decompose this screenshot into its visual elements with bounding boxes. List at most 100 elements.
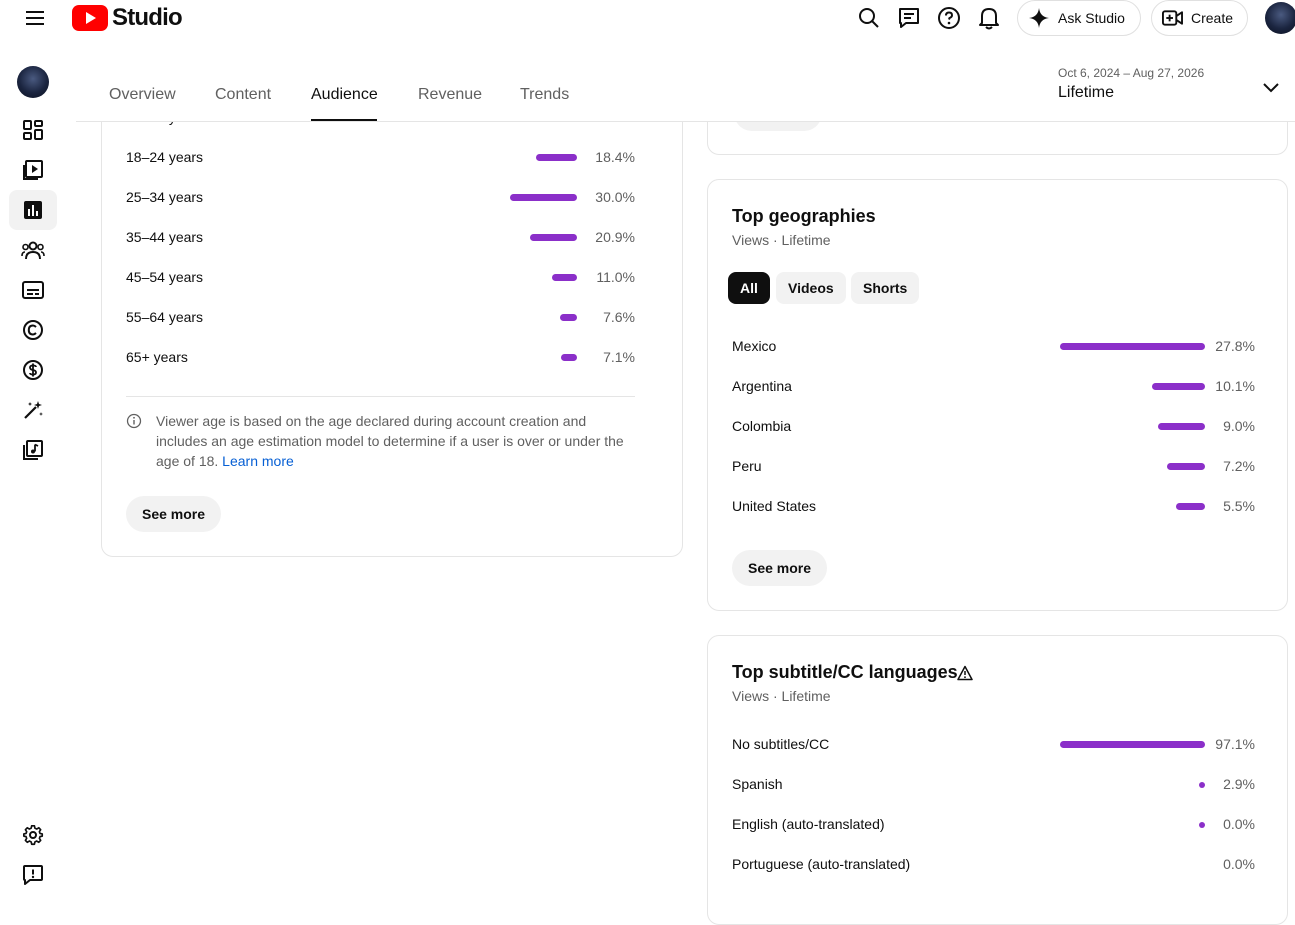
age-note: Viewer age is based on the age declared … [156,411,636,471]
age-row: 65+ years 7.1% [126,349,635,369]
subtitle-languages-card: Top subtitle/CC languages Views · Lifeti… [707,635,1288,925]
feedback-icon [23,865,43,885]
viewer-age-card: 13–17 years1.0%18–24 years18.4%25–34 yea… [101,60,683,557]
subtitle-row: English (auto-translated) 0.0% [732,816,1255,836]
tab-trends[interactable]: Trends [520,86,569,104]
age-row-bar [536,154,577,161]
account-avatar[interactable] [1265,2,1295,34]
geo-row-bar [1158,423,1205,430]
divider [126,396,635,397]
age-row-percent: 7.1% [603,349,635,365]
channel-avatar[interactable] [17,66,49,98]
date-range-picker[interactable]: Oct 6, 2024 – Aug 27, 2026 Lifetime [1058,66,1204,102]
age-row-percent: 30.0% [595,189,635,205]
analytics-icon [24,201,42,219]
age-row-label: 55–64 years [126,309,204,325]
geo-row-label: Colombia [732,418,792,434]
sidebar-item-copyright[interactable] [9,310,57,350]
ask-studio-label: Ask Studio [1058,10,1125,26]
age-row-bar [530,234,577,241]
search-icon[interactable] [854,4,884,32]
analytics-tabs-header: Overview Content Audience Revenue Trends… [76,36,1295,122]
age-row-bar [561,354,577,361]
sidebar-item-subtitles[interactable] [9,270,57,310]
geo-row-label: Argentina [732,378,792,394]
youtube-play-icon [72,5,108,31]
age-row: 18–24 years 18.4% [126,149,635,169]
studio-logo[interactable]: Studio [72,4,183,32]
geo-see-more-button[interactable]: See more [732,550,828,586]
age-row-label: 35–44 years [126,229,204,245]
subtitle-row-dot [1199,782,1205,788]
learn-more-link[interactable]: Learn more [222,453,294,469]
menu-icon[interactable] [20,6,50,30]
create-button[interactable]: Create [1151,0,1248,36]
chip-shorts[interactable]: Shorts [851,272,920,304]
subtitle-row-label: Portuguese (auto-translated) [732,856,911,872]
tab-revenue[interactable]: Revenue [418,86,482,104]
age-row: 35–44 years 20.9% [126,229,635,249]
sidebar-item-dashboard[interactable] [9,110,57,150]
geo-row-label: United States [732,498,817,514]
tab-overview[interactable]: Overview [109,86,176,104]
age-row: 55–64 years 7.6% [126,309,635,329]
sidebar-item-settings[interactable] [9,815,57,855]
feedback-comments-icon[interactable] [894,4,924,32]
age-row-bar [552,274,577,281]
geo-row-percent: 10.1% [1215,378,1255,394]
geo-row: Colombia 9.0% [732,418,1255,438]
geo-row-bar [1060,343,1205,350]
sidebar-item-analytics[interactable] [9,190,57,230]
subtitle-row-percent: 2.9% [1223,776,1255,792]
subtitle-row-bar [1060,741,1205,748]
create-label: Create [1190,10,1233,26]
sidebar-item-content[interactable] [9,150,57,190]
chevron-down-icon[interactable] [1258,76,1284,100]
warning-icon[interactable] [957,665,973,681]
sidebar-item-send-feedback[interactable] [9,855,57,895]
sidebar-item-community[interactable] [9,230,57,270]
geo-row-percent: 27.8% [1215,338,1255,354]
age-row-percent: 18.4% [595,149,635,165]
help-icon[interactable] [934,4,964,32]
geo-card-subtitle: Views · Lifetime [732,232,831,248]
geo-row-percent: 7.2% [1223,458,1255,474]
age-row-bar [560,314,577,321]
info-icon [126,413,142,429]
notifications-bell-icon[interactable] [974,4,1004,32]
copyright-icon [23,320,43,340]
age-see-more-button[interactable]: See more [126,496,222,532]
gear-icon [23,825,44,846]
geo-row-bar [1176,503,1205,510]
tab-audience[interactable]: Audience [311,86,378,104]
geo-row-label: Peru [732,458,762,474]
audio-library-icon [23,440,43,460]
geo-row-bar [1167,463,1205,470]
sidebar-item-audio-library[interactable] [9,430,57,470]
age-row-label: 45–54 years [126,269,204,285]
chip-videos[interactable]: Videos [776,272,846,304]
chip-all[interactable]: All [728,272,770,304]
subtitle-row-label: No subtitles/CC [732,736,830,752]
geo-row-label: Mexico [732,338,777,354]
age-row-bar [510,194,577,201]
ask-studio-button[interactable]: Ask Studio [1017,0,1141,36]
geo-row: Peru 7.2% [732,458,1255,478]
subtitles-icon [22,281,44,299]
age-row-percent: 7.6% [603,309,635,325]
sidebar-item-customization[interactable] [9,390,57,430]
sidebar-item-earn[interactable] [9,350,57,390]
sparkle-icon [1029,8,1049,28]
age-row-label: 25–34 years [126,189,204,205]
subtitle-row-dot [1199,822,1205,828]
tab-content[interactable]: Content [215,86,271,104]
subtitle-row-percent: 0.0% [1223,816,1255,832]
age-row-percent: 11.0% [596,269,635,285]
community-icon [21,241,45,260]
geo-row: Mexico 27.8% [732,338,1255,358]
age-row-label: 18–24 years [126,149,204,165]
dashboard-icon [23,120,43,140]
content-icon [23,160,43,180]
age-row-percent: 20.9% [595,229,635,245]
magic-wand-icon [24,401,43,419]
